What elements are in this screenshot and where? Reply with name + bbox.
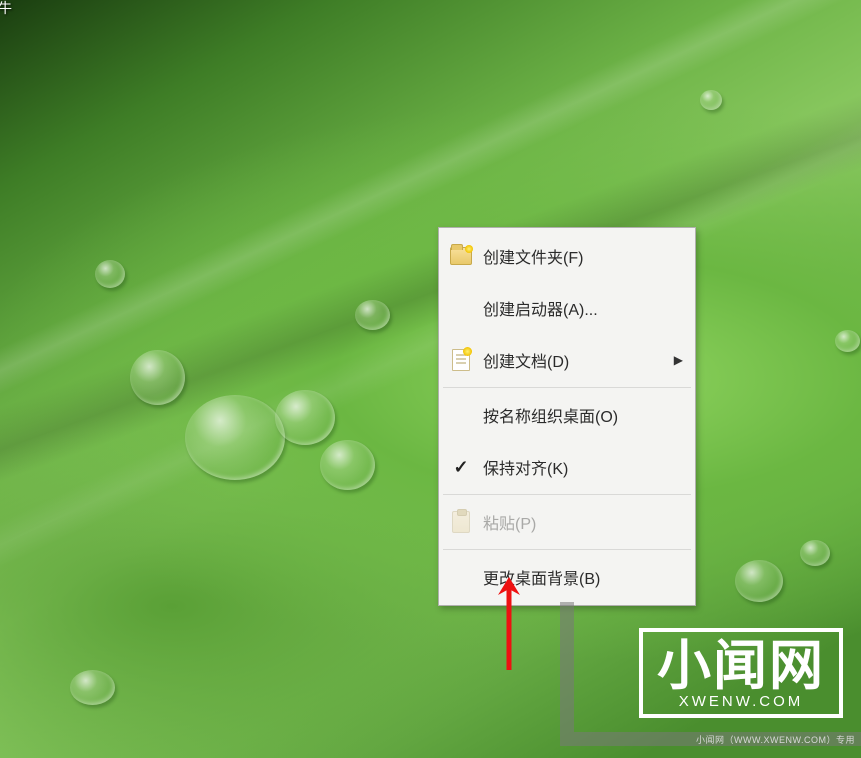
water-drop [355, 300, 390, 330]
checkmark-icon: ✓ [449, 455, 473, 479]
menu-separator [443, 549, 691, 550]
menu-item-create-document[interactable]: 创建文档(D) ▶ [441, 334, 693, 386]
paste-icon [449, 510, 473, 534]
blank-icon [449, 296, 473, 320]
desktop-icon-label-partial: 牛 [0, 0, 12, 18]
menu-label: 粘贴(P) [483, 510, 683, 534]
menu-item-create-launcher[interactable]: 创建启动器(A)... [441, 282, 693, 334]
menu-label: 保持对齐(K) [483, 455, 683, 479]
menu-item-change-background[interactable]: 更改桌面背景(B) [441, 551, 693, 603]
document-new-icon [449, 348, 473, 372]
menu-item-paste: 粘贴(P) [441, 496, 693, 548]
menu-label: 创建启动器(A)... [483, 296, 683, 320]
menu-label: 更改桌面背景(B) [483, 565, 683, 589]
menu-item-keep-aligned[interactable]: ✓ 保持对齐(K) [441, 441, 693, 493]
submenu-arrow-icon: ▶ [674, 353, 683, 367]
water-drop [700, 90, 722, 110]
water-drop [275, 390, 335, 445]
watermark-side-strip [560, 602, 574, 732]
menu-label: 创建文件夹(F) [483, 244, 683, 268]
menu-separator [443, 387, 691, 388]
desktop-context-menu: 创建文件夹(F) 创建启动器(A)... 创建文档(D) ▶ 按名称组织桌面(O… [438, 227, 696, 606]
water-drop [835, 330, 860, 352]
watermark-bottom-strip: 小闻网（WWW.XWENW.COM）专用 [560, 732, 861, 746]
water-drop [185, 395, 285, 480]
water-drop [95, 260, 125, 288]
watermark-title-cn: 小闻网 [657, 638, 825, 695]
water-drop [70, 670, 115, 705]
watermark-badge: 小闻网 XWENW.COM [639, 628, 843, 718]
menu-separator [443, 494, 691, 495]
blank-icon [449, 565, 473, 589]
water-drop [800, 540, 830, 566]
menu-item-organize-by-name[interactable]: 按名称组织桌面(O) [441, 389, 693, 441]
folder-new-icon [449, 244, 473, 268]
menu-label: 按名称组织桌面(O) [483, 403, 683, 427]
water-drop [735, 560, 783, 602]
watermark-title-en: XWENW.COM [657, 693, 825, 710]
water-drop [130, 350, 185, 405]
blank-icon [449, 403, 473, 427]
menu-item-create-folder[interactable]: 创建文件夹(F) [441, 230, 693, 282]
water-drop [320, 440, 375, 490]
menu-label: 创建文档(D) [483, 348, 674, 372]
